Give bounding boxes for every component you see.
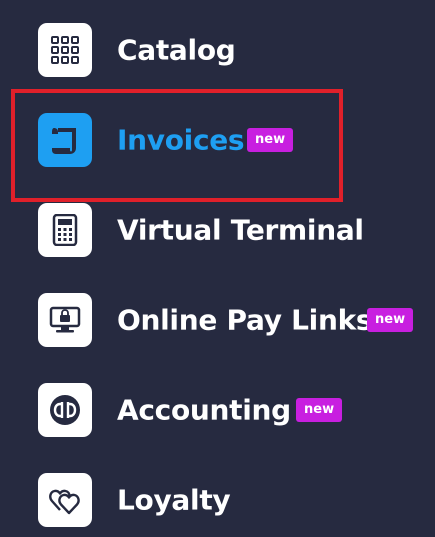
sidebar-item-online-pay-links[interactable]: Online Pay Links new	[0, 283, 435, 357]
sidebar-item-label: Loyalty	[117, 483, 231, 517]
calculator-icon	[38, 203, 92, 257]
sidebar-item-loyalty[interactable]: Loyalty	[0, 463, 435, 537]
sidebar-item-accounting[interactable]: Accounting new	[0, 373, 435, 447]
sidebar-item-label: Accounting	[117, 393, 291, 427]
new-badge: new	[367, 308, 414, 332]
invoice-scroll-icon	[38, 113, 92, 167]
hearts-icon	[38, 473, 92, 527]
sidebar-item-label: Online Pay Links	[117, 303, 373, 337]
sidebar-item-catalog[interactable]: Catalog	[0, 13, 435, 87]
grid-icon	[38, 23, 92, 77]
sidebar-item-label: Virtual Terminal	[117, 213, 364, 247]
sidebar-item-label: Invoices	[117, 123, 245, 157]
new-badge: new	[247, 128, 294, 152]
new-badge: new	[296, 398, 343, 422]
sidebar-item-virtual-terminal[interactable]: Virtual Terminal	[0, 193, 435, 267]
sidebar-item-invoices[interactable]: Invoices new	[0, 103, 435, 177]
quickbooks-icon	[38, 383, 92, 437]
monitor-lock-icon	[38, 293, 92, 347]
sidebar-menu: Catalog Invoices new Virtual Terminal On…	[0, 0, 435, 527]
sidebar-item-label: Catalog	[117, 33, 236, 67]
